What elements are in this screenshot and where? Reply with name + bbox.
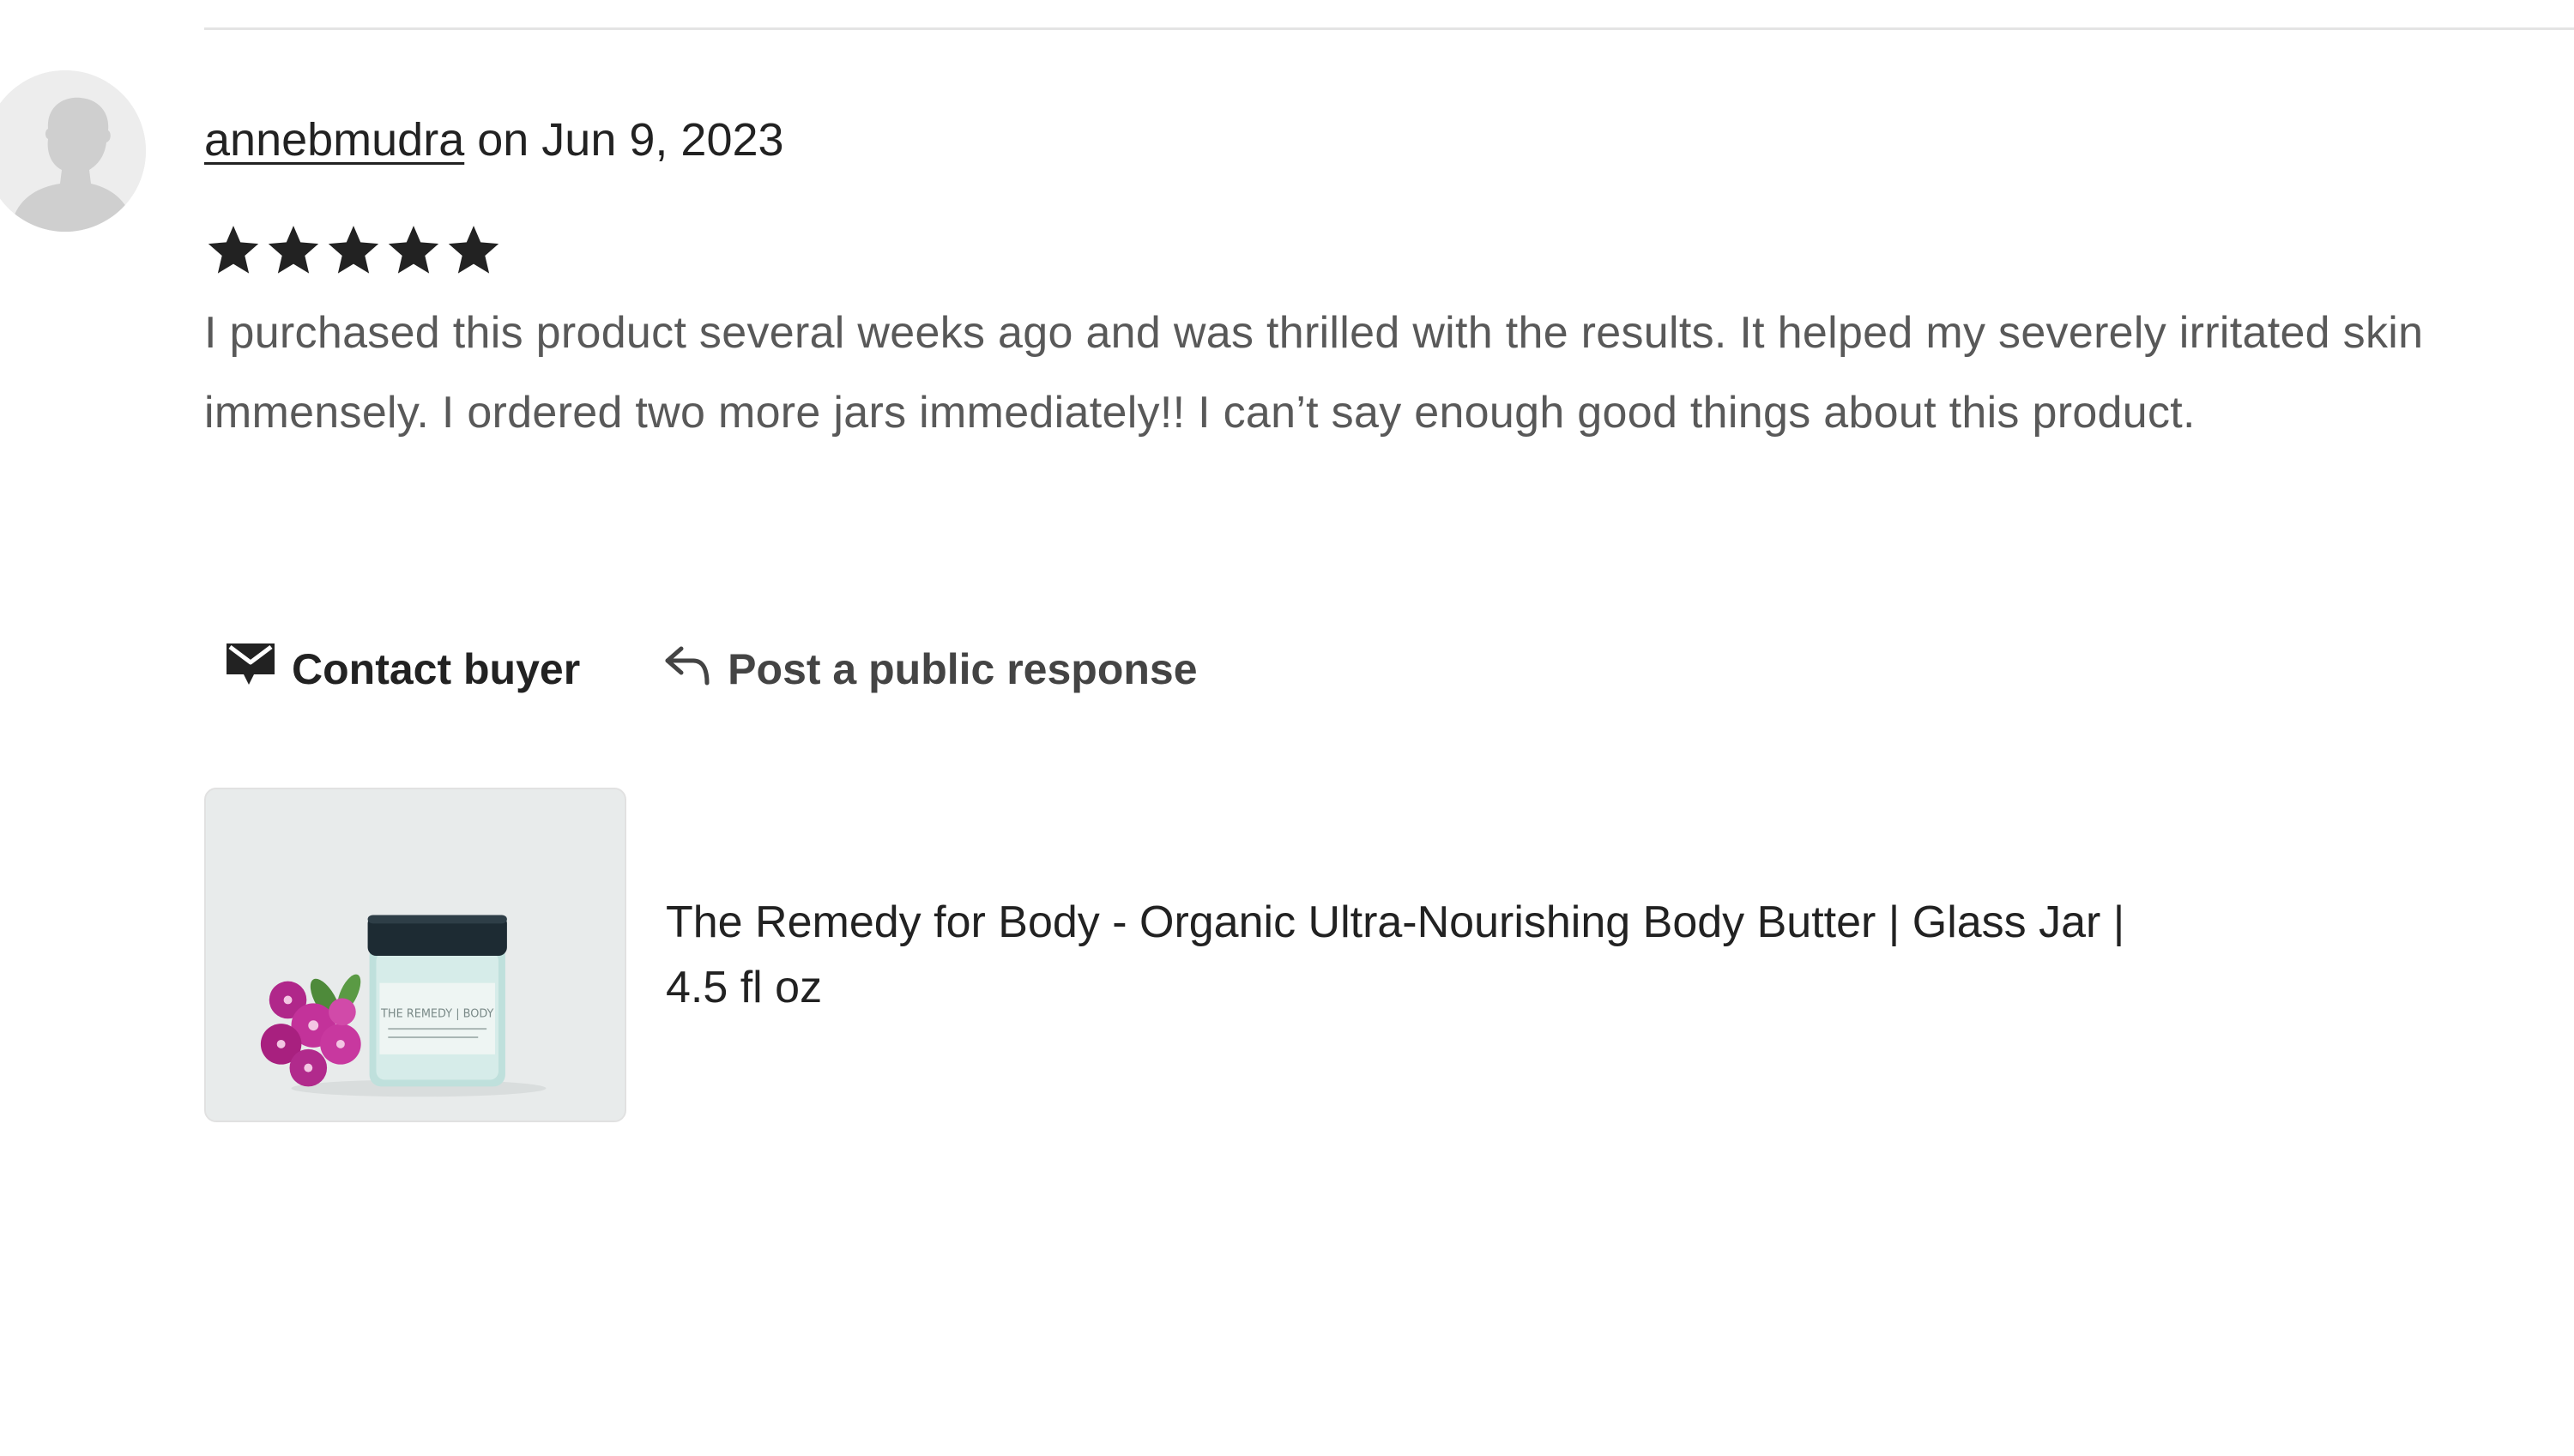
review-actions: Contact buyer Post a public response bbox=[225, 635, 1198, 704]
star-icon bbox=[388, 226, 439, 274]
reviewer-username-link[interactable]: annebmudra bbox=[204, 114, 464, 166]
divider bbox=[204, 27, 2574, 30]
reply-arrow-icon bbox=[662, 642, 712, 697]
product-thumbnail[interactable]: THE REMEDY | BODY bbox=[204, 788, 626, 1122]
review-text: I purchased this product several weeks a… bbox=[204, 308, 2424, 438]
jar-label-text: THE REMEDY | BODY bbox=[380, 1007, 493, 1020]
star-icon bbox=[268, 226, 319, 274]
star-rating bbox=[204, 221, 503, 280]
contact-buyer-label: Contact buyer bbox=[292, 645, 581, 693]
star-icon bbox=[208, 226, 259, 274]
contact-buyer-button[interactable]: Contact buyer bbox=[225, 640, 580, 698]
product-image: THE REMEDY | BODY bbox=[206, 789, 625, 1121]
review-date: on Jun 9, 2023 bbox=[464, 114, 784, 166]
post-public-response-label: Post a public response bbox=[728, 645, 1198, 693]
user-silhouette-icon bbox=[0, 70, 146, 232]
star-icon bbox=[328, 226, 379, 274]
reviewed-product: THE REMEDY | BODY The Remedy for Body - … bbox=[204, 788, 2142, 1122]
avatar[interactable] bbox=[0, 70, 146, 232]
review-page: annebmudra on Jun 9, 2023 I purchased th… bbox=[0, 0, 2574, 1456]
review-byline: annebmudra on Jun 9, 2023 bbox=[204, 110, 784, 170]
product-title-link[interactable]: The Remedy for Body - Organic Ultra-Nour… bbox=[666, 890, 2142, 1020]
post-public-response-button[interactable]: Post a public response bbox=[662, 642, 1198, 697]
envelope-icon bbox=[225, 640, 276, 698]
star-icon bbox=[448, 226, 499, 274]
